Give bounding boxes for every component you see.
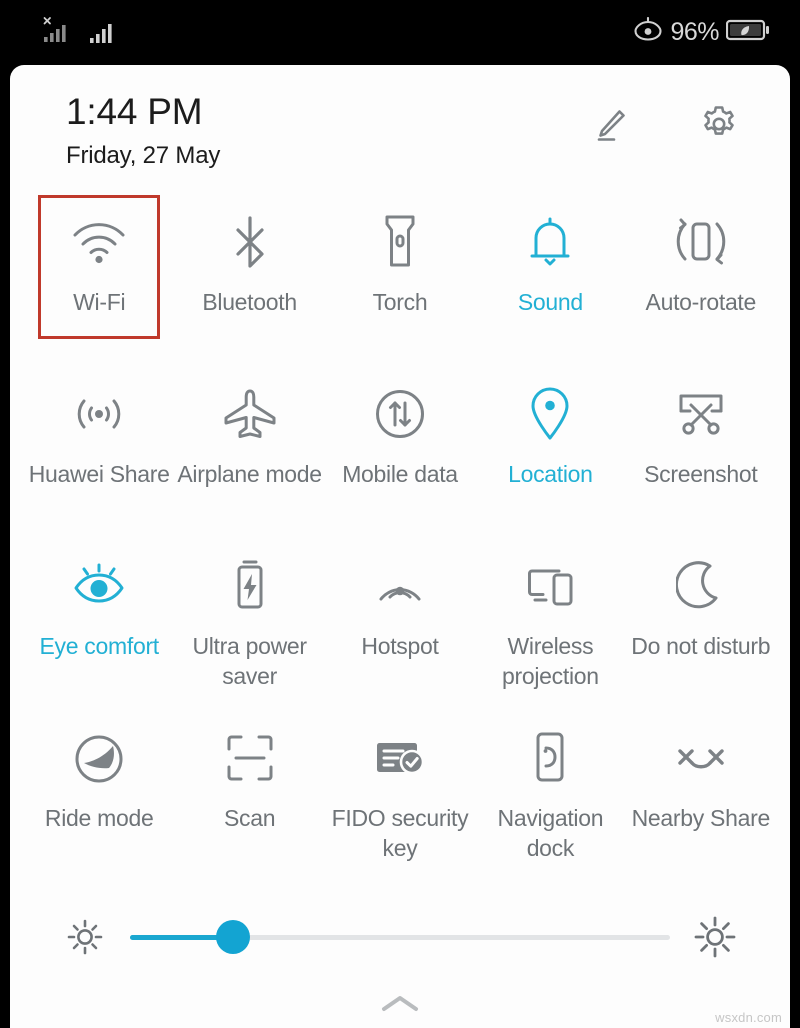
bell-icon (527, 211, 573, 273)
screenshot-scissors-icon (672, 383, 730, 445)
tile-bluetooth[interactable]: Bluetooth (174, 197, 324, 369)
tile-label: Location (508, 461, 593, 487)
mobile-data-icon (373, 383, 427, 445)
chevron-up-icon (378, 992, 422, 1021)
tile-label: Torch (372, 289, 428, 315)
bluetooth-icon (228, 211, 272, 273)
eye-icon (70, 555, 128, 617)
tile-label: Bluetooth (202, 289, 297, 315)
tile-label: Navigation dock (497, 805, 604, 862)
battery-bolt-icon (231, 555, 269, 617)
watermark: wsxdn.com (715, 1010, 782, 1025)
signal-bars-no-service-icon (42, 15, 72, 50)
status-bar-right: 96% (633, 16, 772, 48)
panel-header: 1:44 PM Friday, 27 May (10, 65, 790, 197)
tile-mobile-data[interactable]: Mobile data (325, 369, 475, 541)
status-bar-left (42, 15, 118, 50)
status-bar: 96% (0, 0, 800, 65)
tile-label: Scan (223, 805, 276, 831)
battery-power-saving-leaf-icon (725, 17, 772, 48)
location-pin-icon (528, 383, 572, 445)
flashlight-icon (379, 211, 421, 273)
hotspot-icon (372, 555, 428, 617)
tile-label: FIDO security key (331, 805, 469, 862)
gear-icon[interactable] (696, 101, 742, 147)
tile-wifi[interactable]: Wi-Fi (24, 197, 174, 369)
tile-label: Airplane mode (177, 461, 322, 487)
huawei-share-icon (70, 383, 128, 445)
tile-label: Nearby Share (631, 805, 771, 831)
tile-airplane-mode[interactable]: Airplane mode (174, 369, 324, 541)
auto-rotate-icon (670, 211, 732, 273)
tile-do-not-disturb[interactable]: Do not disturb (626, 541, 776, 713)
tile-label: Mobile data (342, 461, 458, 487)
edit-icon[interactable] (588, 101, 634, 147)
tile-scan[interactable]: Scan (174, 713, 324, 885)
eye-comfort-icon (633, 16, 663, 48)
tile-navigation-dock[interactable]: Navigation dock (475, 713, 625, 885)
quick-settings-panel: 1:44 PM Friday, 27 May Wi-Fi Bluetooth T… (10, 65, 790, 1028)
brightness-low-icon[interactable] (62, 914, 108, 960)
tile-label: Sound (517, 289, 583, 315)
tile-hotspot[interactable]: Hotspot (325, 541, 475, 713)
moon-icon (675, 555, 726, 617)
signal-bars-icon (88, 21, 118, 50)
battery-percent-label: 96% (670, 18, 719, 46)
tile-label: Wi-Fi (73, 289, 126, 315)
tile-label: Hotspot (361, 633, 439, 659)
brightness-high-icon[interactable] (692, 914, 738, 960)
nearby-share-icon (672, 727, 730, 789)
screen: 96% 1:44 PM Friday, 27 May Wi-Fi Bluetoo… (0, 0, 800, 1028)
tile-label: Eye comfort (39, 633, 159, 659)
wifi-icon (70, 211, 128, 273)
quick-toggle-grid: Wi-Fi Bluetooth Torch Sound Auto-rotate … (10, 197, 790, 885)
scan-frame-icon (223, 727, 277, 789)
tile-location[interactable]: Location (475, 369, 625, 541)
brightness-slider[interactable] (130, 917, 670, 957)
tile-label: Wireless projection (502, 633, 599, 690)
tile-wireless-projection[interactable]: Wireless projection (475, 541, 625, 713)
tile-label: Auto-rotate (645, 289, 757, 315)
expand-handle[interactable] (10, 983, 790, 1028)
airplane-icon (222, 383, 278, 445)
tile-screenshot[interactable]: Screenshot (626, 369, 776, 541)
tile-label: Huawei Share (28, 461, 170, 487)
brightness-row (10, 891, 790, 983)
navigation-dock-icon (529, 727, 571, 789)
tile-ultra-power-saver[interactable]: Ultra power saver (174, 541, 324, 713)
header-actions (588, 101, 742, 147)
tile-label: Ultra power saver (192, 633, 307, 690)
tile-ride-mode[interactable]: Ride mode (24, 713, 174, 885)
slider-thumb[interactable] (215, 920, 250, 954)
tile-torch[interactable]: Torch (325, 197, 475, 369)
tile-label: Ride mode (44, 805, 154, 831)
fido-card-check-icon (371, 727, 429, 789)
tile-sound[interactable]: Sound (475, 197, 625, 369)
cast-screen-icon (521, 555, 579, 617)
tile-auto-rotate[interactable]: Auto-rotate (626, 197, 776, 369)
tile-label: Do not disturb (631, 633, 771, 659)
tile-eye-comfort[interactable]: Eye comfort (24, 541, 174, 713)
tile-huawei-share[interactable]: Huawei Share (24, 369, 174, 541)
tile-nearby-share[interactable]: Nearby Share (626, 713, 776, 885)
tile-fido-security-key[interactable]: FIDO security key (325, 713, 475, 885)
tile-label: Screenshot (644, 461, 758, 487)
helmet-icon (71, 727, 127, 789)
